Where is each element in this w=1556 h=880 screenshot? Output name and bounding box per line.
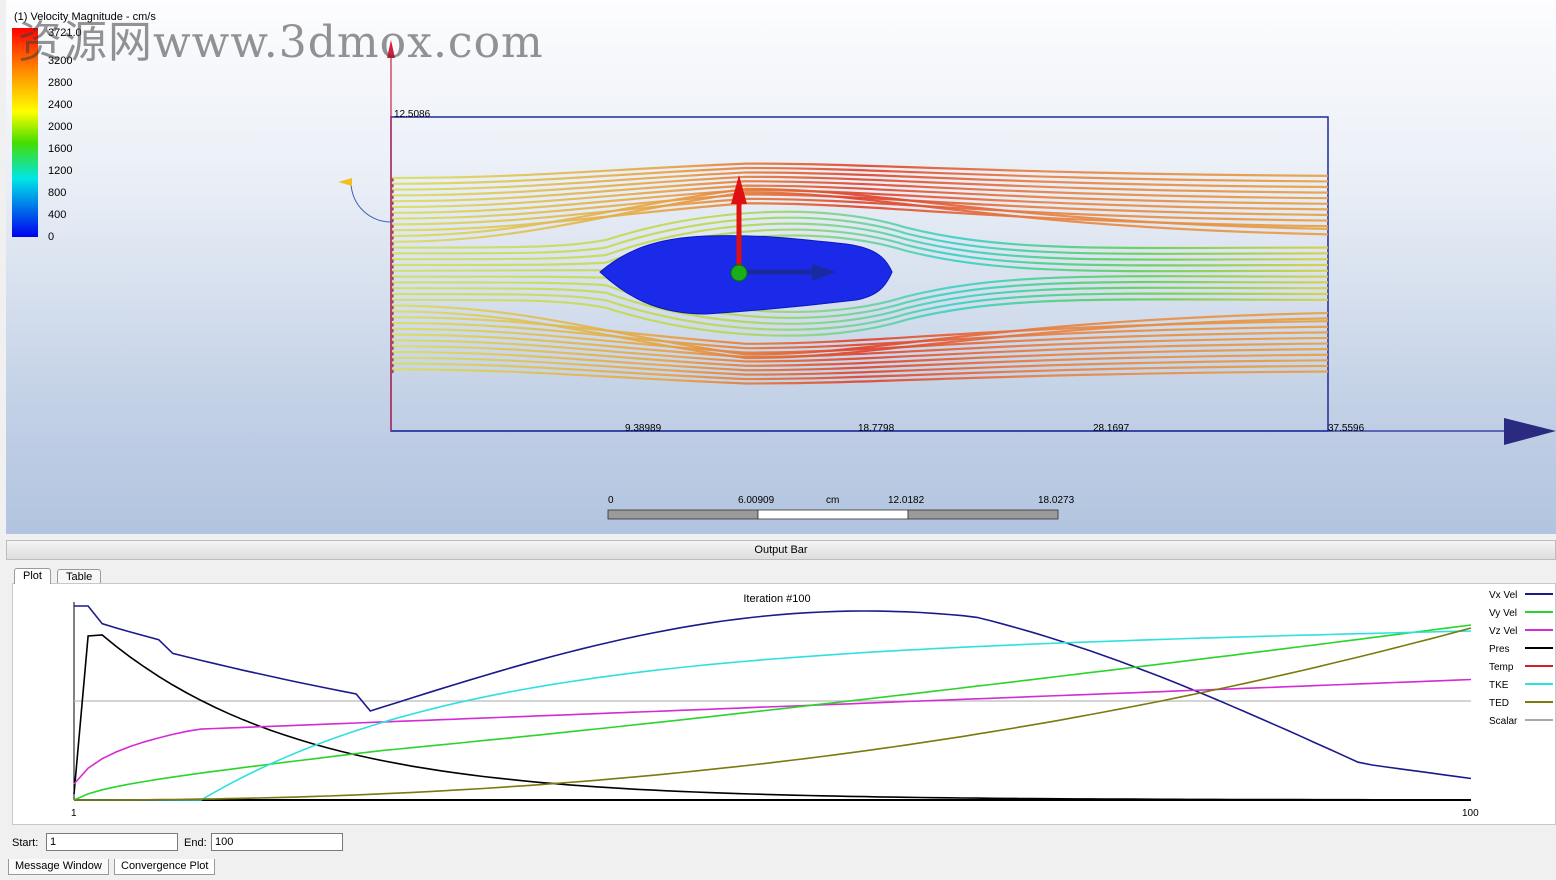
plot-legend-label: TKE bbox=[1489, 680, 1509, 691]
x-axis-tick-3: 28.1697 bbox=[1093, 423, 1130, 434]
output-panel: Plot Table Iteration #100 1 100 Vx Vel Vy… bbox=[6, 561, 1556, 859]
plot-legend-label: Vx Vel bbox=[1489, 590, 1517, 601]
scale-label-0: 0 bbox=[608, 495, 614, 506]
results-viewport[interactable]: (1) Velocity Magnitude - cm/s 3721.0 320… bbox=[6, 0, 1556, 534]
start-input[interactable] bbox=[46, 833, 178, 851]
tab-convergence-plot[interactable]: Convergence Plot bbox=[114, 859, 216, 875]
bottom-tab-bar: Message Window Convergence Plot bbox=[0, 859, 1556, 880]
y-axis-top-label: 12.5086 bbox=[394, 109, 431, 120]
legend-tick-label: 400 bbox=[48, 209, 66, 221]
legend-tick-label: 2800 bbox=[48, 77, 72, 89]
legend-ticks: 3200 2800 2400 2000 1600 1200 800 400 0 bbox=[48, 55, 72, 243]
rotation-arrow-icon[interactable] bbox=[338, 178, 352, 186]
output-bar-header: Output Bar bbox=[6, 540, 1556, 560]
tab-plot[interactable]: Plot bbox=[14, 568, 51, 584]
tab-message-window[interactable]: Message Window bbox=[8, 859, 109, 875]
end-input[interactable] bbox=[211, 833, 343, 851]
plot-curves bbox=[73, 605, 1472, 801]
legend-title: (1) Velocity Magnitude - cm/s bbox=[14, 11, 156, 23]
scale-label-1: 6.00909 bbox=[738, 495, 775, 506]
start-label: Start: bbox=[12, 837, 39, 849]
output-bar-title: Output Bar bbox=[754, 544, 808, 556]
rotation-handle-icon[interactable] bbox=[350, 181, 394, 223]
x-axis-tick-4: 37.5596 bbox=[1328, 423, 1365, 434]
triad-origin-icon[interactable] bbox=[730, 264, 748, 282]
x-axis-tick-1: 9.38989 bbox=[625, 423, 662, 434]
plot-legend-label: TED bbox=[1489, 698, 1509, 709]
scale-label-2: 12.0182 bbox=[888, 495, 925, 506]
velocity-legend-bar bbox=[12, 28, 38, 237]
convergence-plot[interactable]: Iteration #100 1 100 Vx Vel Vy Vel Vz Vel P… bbox=[12, 583, 1556, 825]
plot-legend-label: Vy Vel bbox=[1489, 608, 1517, 619]
legend-tick-label: 1200 bbox=[48, 165, 72, 177]
plot-legend-label: Scalar bbox=[1489, 716, 1518, 727]
scale-bar: 0 6.00909 cm 12.0182 18.0273 bbox=[607, 495, 1075, 520]
legend-tick-label: 2000 bbox=[48, 121, 72, 133]
y-axis-arrow-icon bbox=[387, 40, 395, 58]
legend-tick-label: 0 bbox=[48, 231, 54, 243]
end-label: End: bbox=[184, 837, 207, 849]
legend-tick-label: 1600 bbox=[48, 143, 72, 155]
plot-legend-label: Pres bbox=[1489, 644, 1510, 655]
plot-title: Iteration #100 bbox=[743, 593, 810, 605]
scale-label-unit: cm bbox=[826, 495, 839, 506]
x-axis-arrow-icon bbox=[1504, 418, 1556, 445]
legend-tick-label: 3200 bbox=[48, 55, 72, 67]
plot-legend-label: Vz Vel bbox=[1489, 626, 1517, 637]
plot-legend-label: Temp bbox=[1489, 662, 1514, 673]
scale-label-3: 18.0273 bbox=[1038, 495, 1075, 506]
plot-legend: Vx Vel Vy Vel Vz Vel Pres Temp TKE TED Scalar bbox=[1489, 590, 1553, 727]
legend-tick-label: 800 bbox=[48, 187, 66, 199]
x-axis-tick-2: 18.7798 bbox=[858, 423, 895, 434]
legend-tick-label: 2400 bbox=[48, 99, 72, 111]
legend-max: 3721.0 bbox=[48, 27, 82, 39]
plot-x-end: 100 bbox=[1462, 808, 1479, 819]
plot-x-start: 1 bbox=[71, 808, 77, 819]
